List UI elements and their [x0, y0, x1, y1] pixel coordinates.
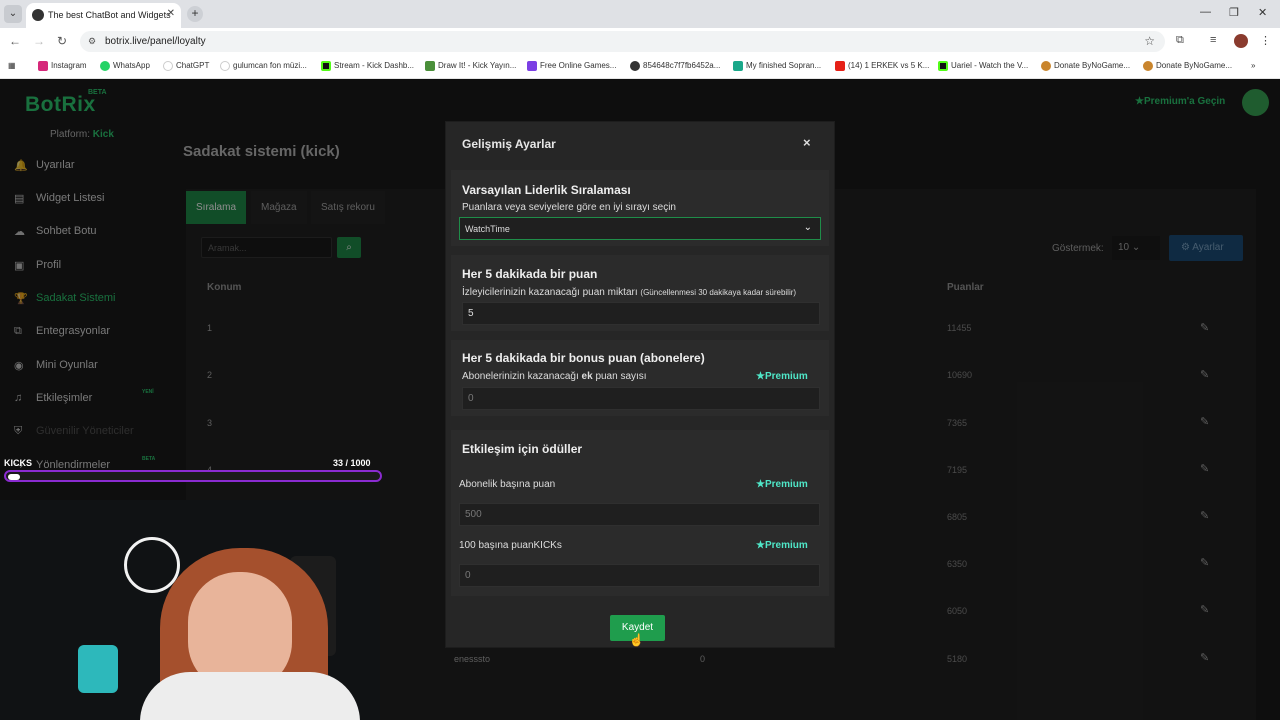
- tab-search-icon[interactable]: ⌄: [4, 5, 22, 23]
- bookmark-free-games[interactable]: Free Online Games...: [527, 61, 616, 71]
- cyan-lamp: [78, 645, 118, 693]
- minimize-icon[interactable]: —: [1200, 6, 1211, 18]
- points-card: Her 5 dakikada bir puan İzleyicilerinizi…: [451, 255, 829, 331]
- star-icon: ★: [756, 371, 765, 382]
- leaderboard-title: Varsayılan Liderlik Sıralaması: [462, 183, 631, 197]
- apps-grid-icon[interactable]: ▦: [8, 61, 16, 70]
- bookmark-youtube[interactable]: (14) 1 ERKEK vs 5 K...: [835, 61, 929, 71]
- rewards-card: Etkileşim için ödüller Abonelik başına p…: [451, 430, 829, 596]
- bonus-card: Her 5 dakikada bir bonus puan (abonelere…: [451, 340, 829, 416]
- bookmark-kick-dashboard[interactable]: Stream - Kick Dashb...: [321, 61, 414, 71]
- star-icon: ★: [756, 540, 765, 551]
- bookmark-draw-it[interactable]: Draw It! - Kick Yayın...: [425, 61, 516, 71]
- points-title: Her 5 dakikada bir puan: [462, 267, 598, 281]
- subscription-points-label: Abonelik başına puan: [459, 479, 556, 490]
- bonus-title: Her 5 dakikada bir bonus puan (abonelere…: [462, 351, 705, 365]
- hand-cursor-icon: ☝: [629, 633, 644, 647]
- reading-list-icon[interactable]: ≡: [1210, 34, 1216, 46]
- maximize-icon[interactable]: ❐: [1229, 6, 1239, 19]
- close-icon[interactable]: ×: [803, 135, 811, 150]
- points-input[interactable]: 5: [462, 302, 820, 325]
- bonus-input[interactable]: 0: [462, 387, 820, 410]
- kicks-points-label: 100 başına puanKICKs: [459, 540, 562, 551]
- botrix-favicon-icon: [32, 9, 44, 21]
- rewards-title: Etkileşim için ödüller: [462, 442, 583, 456]
- leaderboard-select[interactable]: WatchTime ⌄: [459, 217, 821, 240]
- subscription-points-input[interactable]: 500: [459, 503, 820, 526]
- webcam-feed: [0, 500, 380, 720]
- kicks-goal-label: KICKS: [4, 458, 33, 468]
- browser-tab-strip: ⌄ The best ChatBot and Widgets ✕ + — ❐ ✕: [0, 0, 1280, 28]
- points-subtitle: İzleyicilerinizin kazanacağı puan miktar…: [462, 287, 797, 298]
- streamer-body: [140, 672, 360, 720]
- close-tab-icon[interactable]: ✕: [167, 8, 175, 19]
- browser-toolbar: ← → ↻ ⚙ botrix.live/panel/loyalty ☆ ⧉ ≡ …: [0, 28, 1280, 55]
- bonus-subtitle: Abonelerinizin kazanacağı ek puan sayısı: [462, 371, 647, 382]
- new-tab-button[interactable]: +: [187, 6, 203, 22]
- tab-title: The best ChatBot and Widgets: [48, 10, 171, 20]
- close-window-icon[interactable]: ✕: [1258, 6, 1267, 19]
- star-icon: ★: [756, 479, 765, 490]
- chevron-down-icon: ⌄: [803, 222, 812, 233]
- bookmark-instagram[interactable]: Instagram: [38, 61, 87, 71]
- bookmark-donate-2[interactable]: Donate ByNoGame...: [1143, 61, 1232, 71]
- kicks-goal-progress: [4, 470, 382, 482]
- bookmark-chatgpt[interactable]: ChatGPT: [163, 61, 209, 71]
- extensions-icon[interactable]: ⧉: [1176, 34, 1184, 47]
- bookmark-donate-1[interactable]: Donate ByNoGame...: [1041, 61, 1130, 71]
- profile-avatar[interactable]: [1234, 34, 1248, 48]
- advanced-settings-modal: Gelişmiş Ayarlar × Varsayılan Liderlik S…: [445, 121, 835, 648]
- kicks-points-input[interactable]: 0: [459, 564, 820, 587]
- modal-title: Gelişmiş Ayarlar: [462, 137, 556, 151]
- points-note: (Güncellenmesi 30 dakikaya kadar sürebil…: [640, 288, 797, 297]
- bookmark-uariel[interactable]: Uariel - Watch the V...: [938, 61, 1028, 71]
- bookmark-hash[interactable]: 854648c7f7fb6452a...: [630, 61, 720, 71]
- bookmark-whatsapp[interactable]: WhatsApp: [100, 61, 150, 71]
- address-bar[interactable]: ⚙ botrix.live/panel/loyalty ☆: [80, 31, 1165, 52]
- url-text: botrix.live/panel/loyalty: [105, 36, 206, 47]
- premium-badge[interactable]: ★Premium: [756, 371, 808, 382]
- premium-badge[interactable]: ★Premium: [756, 540, 808, 551]
- kicks-goal-count: 33 / 1000: [333, 458, 371, 468]
- site-info-icon[interactable]: ⚙: [88, 36, 96, 47]
- premium-badge[interactable]: ★Premium: [756, 479, 808, 490]
- browser-tab[interactable]: The best ChatBot and Widgets ✕: [26, 3, 181, 28]
- back-icon[interactable]: ←: [9, 34, 21, 48]
- bookmark-soprano[interactable]: My finished Sopran...: [733, 61, 821, 71]
- kicks-goal-fill: [8, 474, 20, 480]
- leaderboard-subtitle: Puanlara veya seviyelere göre en iyi sır…: [462, 202, 676, 213]
- browser-menu-icon[interactable]: ⋮: [1260, 34, 1271, 47]
- leaderboard-card: Varsayılan Liderlik Sıralaması Puanlara …: [451, 170, 829, 246]
- bookmark-star-icon[interactable]: ☆: [1144, 34, 1155, 48]
- more-bookmarks-icon[interactable]: »: [1251, 61, 1255, 70]
- reload-icon[interactable]: ↻: [57, 34, 67, 48]
- bookmarks-bar: ▦ Instagram WhatsApp ChatGPT gulumcan fo…: [0, 55, 1280, 79]
- forward-icon[interactable]: →: [33, 34, 45, 48]
- bookmark-gulumcan[interactable]: gulumcan fon müzi...: [220, 61, 307, 71]
